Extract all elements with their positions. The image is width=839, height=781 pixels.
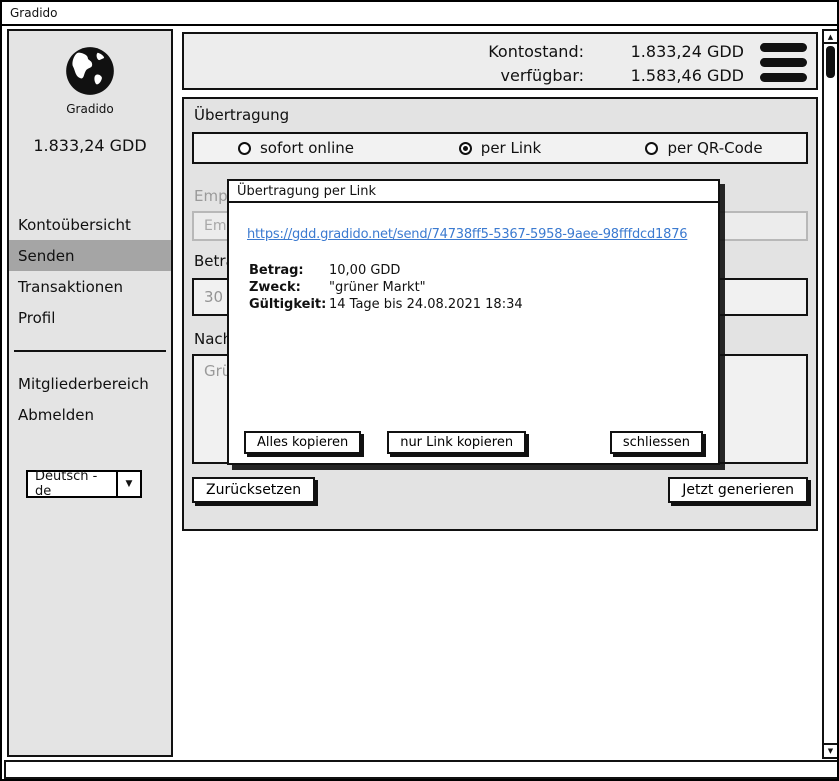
detail-value: 14 Tage bis 24.08.2021 18:34: [329, 297, 523, 312]
transfer-mode-group: sofort online per Link per QR-Code: [192, 132, 808, 164]
kontostand-label: Kontostand:: [488, 42, 584, 61]
radio-selected-icon[interactable]: [459, 142, 472, 155]
scroll-down-icon[interactable]: ▼: [824, 743, 837, 757]
sidebar-divider: [14, 350, 166, 352]
sidebar-item-label: Mitgliederbereich: [18, 375, 149, 393]
transfer-link-modal: Übertragung per Link https://gdd.gradido…: [227, 179, 720, 465]
language-select[interactable]: Deutsch - de ▼: [26, 470, 142, 498]
hamburger-menu-icon[interactable]: [760, 43, 807, 88]
sidebar-item-profil[interactable]: Profil: [9, 302, 171, 333]
sidebar-item-label: Kontoübersicht: [18, 216, 131, 234]
mode-label: per QR-Code: [667, 139, 762, 157]
copy-link-button[interactable]: nur Link kopieren: [387, 431, 526, 454]
transfer-link[interactable]: https://gdd.gradido.net/send/74738ff5-53…: [247, 227, 687, 242]
window-title: Gradido: [10, 6, 58, 20]
modal-title-bar: Übertragung per Link: [229, 181, 718, 203]
scrollbar-thumb[interactable]: [826, 46, 835, 78]
modal-button-row: Alles kopieren nur Link kopieren schlies…: [244, 431, 703, 454]
modal-title: Übertragung per Link: [237, 184, 376, 199]
detail-label: Betrag:: [249, 263, 329, 278]
sidebar-secondary-menu: Mitgliederbereich Abmelden: [9, 368, 171, 430]
mode-option-sofort-online[interactable]: sofort online: [194, 134, 398, 162]
copy-all-button[interactable]: Alles kopieren: [244, 431, 361, 454]
logo: Gradido: [9, 45, 171, 116]
sidebar-item-senden[interactable]: Senden: [9, 240, 171, 271]
mode-option-per-qr-code[interactable]: per QR-Code: [602, 134, 806, 162]
sidebar: Gradido 1.833,24 GDD Kontoübersicht Send…: [7, 29, 173, 757]
header-panel: Kontostand: 1.833,24 GDD verfügbar: 1.58…: [182, 32, 818, 90]
horizontal-scrollbar[interactable]: [4, 760, 839, 779]
detail-value: 10,00 GDD: [329, 263, 523, 278]
sidebar-balance: 1.833,24 GDD: [9, 136, 171, 155]
link-details: Betrag: 10,00 GDD Zweck: "grüner Markt" …: [249, 263, 523, 312]
sidebar-item-kontouebersicht[interactable]: Kontoübersicht: [9, 209, 171, 240]
sidebar-item-label: Abmelden: [18, 406, 94, 424]
detail-label: Zweck:: [249, 280, 329, 295]
app-window: Gradido Gradido 1.833,24 GDD Kontoübersi…: [0, 0, 839, 781]
sidebar-item-mitgliederbereich[interactable]: Mitgliederbereich: [9, 368, 171, 399]
balance-summary: Kontostand: 1.833,24 GDD verfügbar: 1.58…: [488, 42, 744, 85]
chevron-down-icon: ▼: [116, 472, 140, 496]
detail-label: Gültigkeit:: [249, 297, 329, 312]
mode-label: sofort online: [260, 139, 354, 157]
radio-icon[interactable]: [645, 142, 658, 155]
generate-button[interactable]: Jetzt generieren: [668, 477, 808, 503]
scroll-up-icon[interactable]: ▲: [824, 31, 837, 44]
globe-icon: [64, 82, 116, 101]
detail-value: "grüner Markt": [329, 280, 523, 295]
radio-icon[interactable]: [238, 142, 251, 155]
reset-button[interactable]: Zurücksetzen: [192, 477, 315, 503]
kontostand-value: 1.833,24 GDD: [594, 42, 744, 61]
sidebar-item-label: Transaktionen: [18, 278, 123, 296]
sidebar-item-label: Senden: [18, 247, 75, 265]
sidebar-item-transaktionen[interactable]: Transaktionen: [9, 271, 171, 302]
verfuegbar-value: 1.583,46 GDD: [594, 66, 744, 85]
sidebar-item-label: Profil: [18, 309, 55, 327]
window-title-bar: Gradido: [2, 2, 837, 26]
logo-label: Gradido: [9, 102, 171, 116]
mode-label: per Link: [481, 139, 541, 157]
verfuegbar-label: verfügbar:: [488, 66, 584, 85]
vertical-scrollbar[interactable]: ▲ ▼: [822, 29, 839, 759]
sidebar-item-abmelden[interactable]: Abmelden: [9, 399, 171, 430]
close-button[interactable]: schliessen: [610, 431, 703, 454]
sidebar-menu: Kontoübersicht Senden Transaktionen Prof…: [9, 209, 171, 333]
mode-option-per-link[interactable]: per Link: [398, 134, 602, 162]
section-title: Übertragung: [194, 106, 289, 124]
language-select-value: Deutsch - de: [28, 472, 116, 496]
